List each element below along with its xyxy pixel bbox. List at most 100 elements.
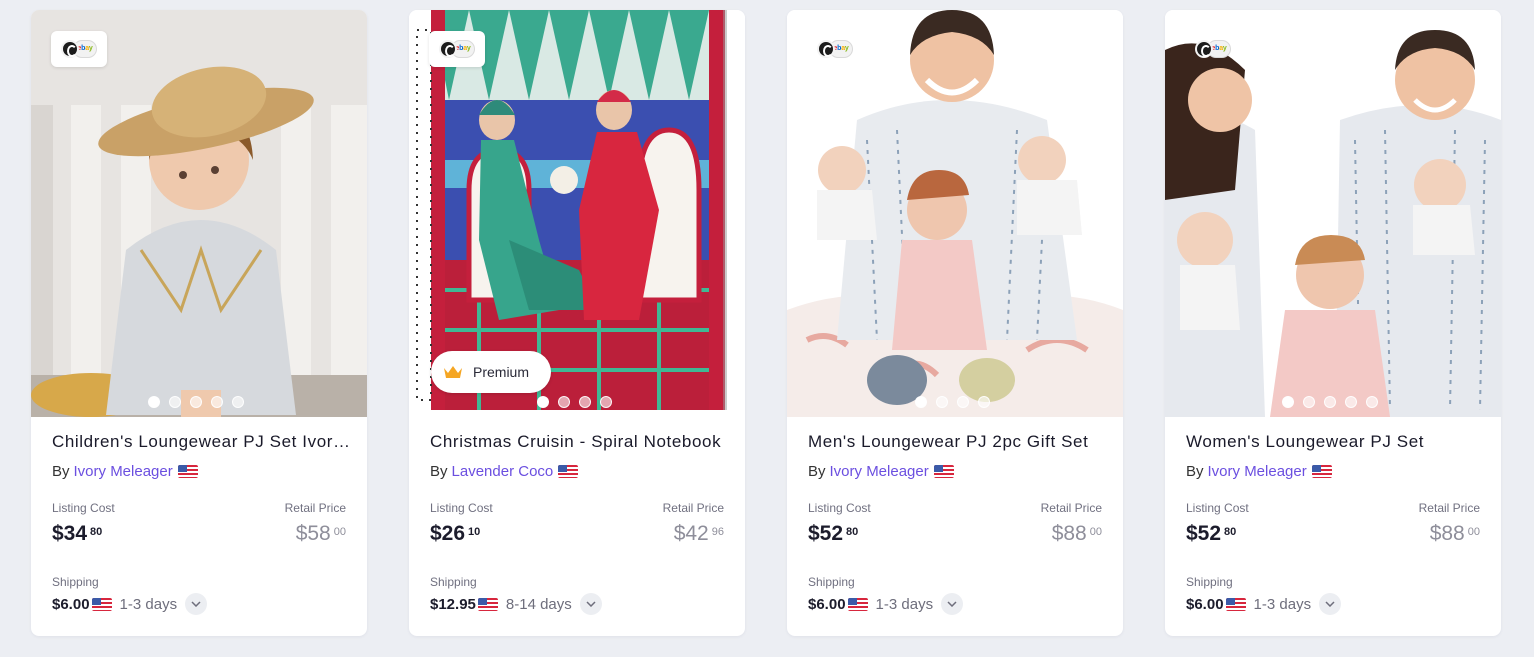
retail-price-cents: 96 [711,526,724,538]
chevron-down-icon [1325,601,1335,607]
listing-cost-label: Listing Cost [1186,501,1249,515]
carousel-dots [148,396,244,408]
product-card[interactable]: ebay Women's Loungewear PJ Set By Ivory … [1165,10,1501,636]
carousel-dot[interactable] [579,396,591,408]
carousel-dot[interactable] [169,396,181,408]
listing-cost-label: Listing Cost [430,501,493,515]
by-label: By [430,463,448,480]
retail-price-value: $88 00 [1052,522,1102,546]
shipping-expand-button[interactable] [185,593,208,615]
carousel-dot[interactable] [190,396,202,408]
product-image-carousel[interactable] [787,10,1123,417]
carousel-dot[interactable] [148,396,160,408]
chevron-down-icon [947,601,957,607]
shipping-label: Shipping [1186,575,1233,589]
shipping-row: $6.00 1-3 days [808,593,964,615]
product-title[interactable]: Women's Loungewear PJ Set [1186,432,1486,452]
us-flag-icon [177,465,198,478]
listing-cost-dollars: $26 [430,522,466,545]
shipping-cost: $6.00 [52,595,90,613]
by-label: By [52,463,70,480]
shipping-label: Shipping [430,575,477,589]
carousel-dots [537,396,612,408]
us-flag-icon [1225,597,1246,611]
listing-cost-cents: 80 [846,526,859,538]
retail-price-dollars: $88 [1051,522,1087,545]
product-card[interactable]: ebay Premium Christmas Cruisin - Spiral … [409,10,745,636]
product-card[interactable]: ebay Children's Loungewear PJ Set Ivory … [31,10,367,636]
retail-price-dollars: $42 [673,522,709,545]
listing-cost-cents: 10 [468,526,481,538]
chevron-down-icon [191,601,201,607]
us-flag-icon [1311,465,1332,478]
listing-cost-cents: 80 [90,526,103,538]
retail-price-dollars: $58 [295,522,331,545]
listing-cost-value: $52 80 [1186,522,1236,546]
byline: By Lavender Coco [430,463,579,480]
retail-price-dollars: $88 [1429,522,1465,545]
product-image-carousel[interactable] [1165,10,1501,417]
carousel-dot[interactable] [915,396,927,408]
carousel-dot[interactable] [1303,396,1315,408]
carousel-dot[interactable] [537,396,549,408]
listing-cost-cents: 80 [1224,526,1237,538]
ebay-logo-icon: ebay [1185,31,1241,67]
shipping-expand-button[interactable] [579,593,602,615]
shipping-days: 1-3 days [1253,595,1312,613]
by-label: By [808,463,826,480]
product-image [31,10,367,417]
carousel-dot[interactable] [1366,396,1378,408]
carousel-dot[interactable] [558,396,570,408]
retail-price-cents: 00 [1467,526,1480,538]
us-flag-icon [91,597,112,611]
retail-price-label: Retail Price [1418,501,1480,515]
carousel-dot[interactable] [600,396,612,408]
retail-price-label: Retail Price [284,501,346,515]
listing-cost-dollars: $52 [1186,522,1222,545]
carousel-dot[interactable] [1282,396,1294,408]
author-link[interactable]: Lavender Coco [452,463,554,480]
retail-price-label: Retail Price [662,501,724,515]
carousel-dot[interactable] [232,396,244,408]
carousel-dot[interactable] [957,396,969,408]
carousel-dot[interactable] [978,396,990,408]
listing-cost-value: $34 80 [52,522,102,546]
carousel-dots [1282,396,1378,408]
product-image [1165,10,1501,417]
us-flag-icon [847,597,868,611]
shipping-expand-button[interactable] [941,593,964,615]
shipping-expand-button[interactable] [1319,593,1342,615]
retail-price-cents: 00 [333,526,346,538]
product-image [787,10,1123,417]
product-image-carousel[interactable] [31,10,367,417]
shipping-label: Shipping [808,575,855,589]
retail-price-value: $42 96 [674,522,724,546]
product-title[interactable]: Children's Loungewear PJ Set Ivory - 100… [52,432,352,452]
shipping-row: $12.95 8-14 days [430,593,602,615]
listing-cost-label: Listing Cost [52,501,115,515]
carousel-dot[interactable] [1324,396,1336,408]
author-link[interactable]: Ivory Meleager [74,463,173,480]
us-flag-icon [477,597,498,611]
retail-price-value: $58 00 [296,522,346,546]
carousel-dots [915,396,990,408]
author-link[interactable]: Ivory Meleager [830,463,929,480]
carousel-dot[interactable] [1345,396,1357,408]
chevron-down-icon [586,601,596,607]
ebay-logo-icon: ebay [51,31,107,67]
author-link[interactable]: Ivory Meleager [1208,463,1307,480]
ebay-logo-icon: ebay [429,31,485,67]
retail-price-cents: 00 [1089,526,1102,538]
listing-cost-value: $26 10 [430,522,480,546]
byline: By Ivory Meleager [1186,463,1332,480]
shipping-days: 8-14 days [505,595,572,613]
product-card[interactable]: ebay Men's Loungewear PJ 2pc Gift Set By… [787,10,1123,636]
product-title[interactable]: Christmas Cruisin - Spiral Notebook [430,432,730,452]
retail-price-label: Retail Price [1040,501,1102,515]
listing-cost-dollars: $52 [808,522,844,545]
premium-label: Premium [473,364,530,380]
product-title[interactable]: Men's Loungewear PJ 2pc Gift Set [808,432,1108,452]
carousel-dot[interactable] [211,396,223,408]
shipping-cost: $6.00 [1186,595,1224,613]
carousel-dot[interactable] [936,396,948,408]
